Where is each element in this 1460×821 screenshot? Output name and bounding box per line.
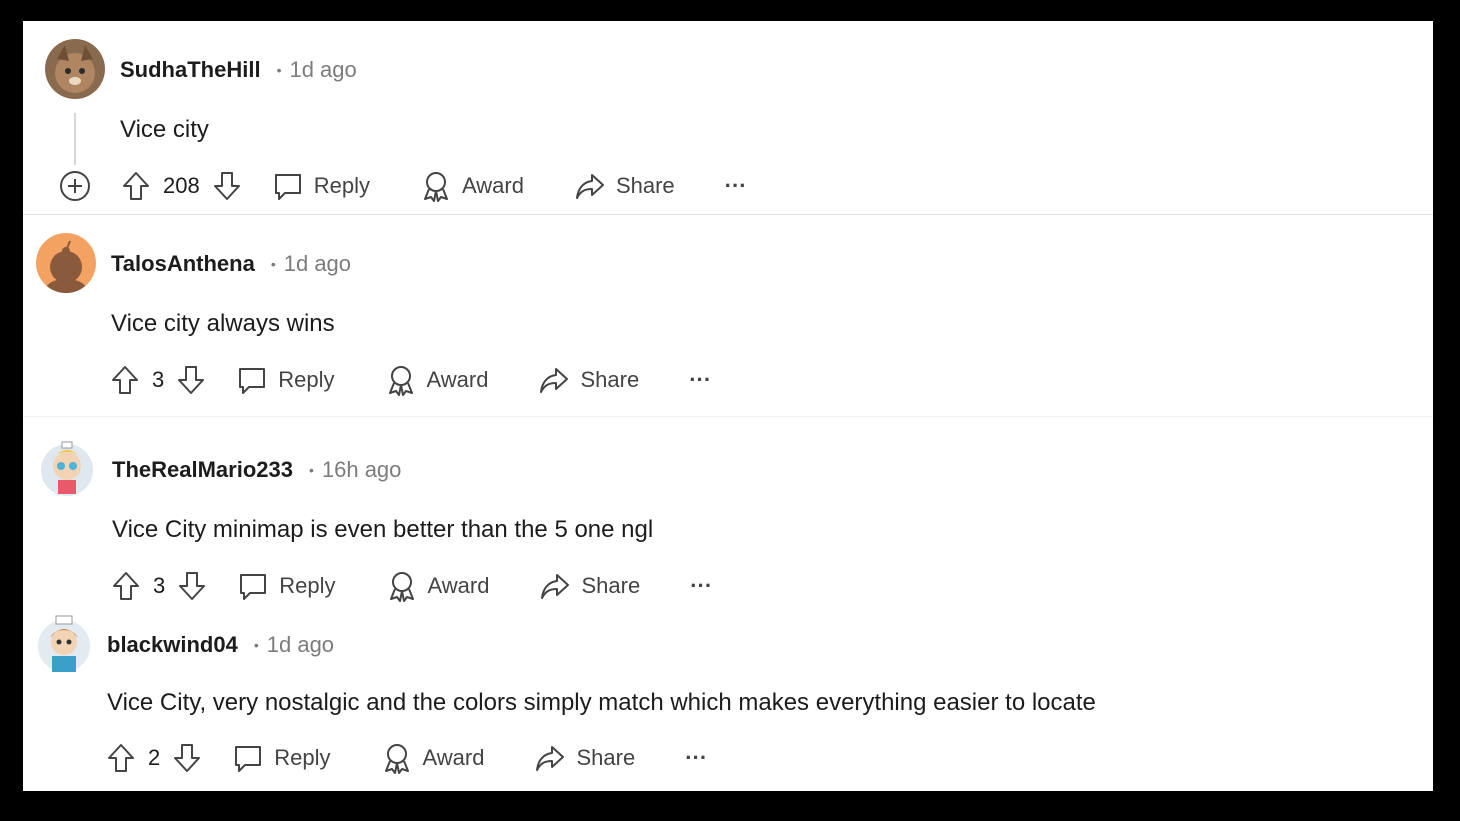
share-label: Share xyxy=(580,367,640,392)
avatar[interactable] xyxy=(45,39,105,99)
award-label: Award xyxy=(427,573,490,598)
comment-text: Vice City minimap is even better than th… xyxy=(112,516,654,543)
share-label: Share xyxy=(581,573,641,598)
timestamp[interactable]: 1d ago xyxy=(284,251,351,277)
downvote-button[interactable] xyxy=(176,364,206,396)
vote-count: 3 xyxy=(152,367,165,392)
share-arrow-icon xyxy=(536,746,565,771)
comment-text: Vice city always wins xyxy=(111,310,335,337)
share-button[interactable]: Share xyxy=(539,570,640,602)
comment-meta: SudhaTheHill • 1d ago xyxy=(120,57,357,83)
comment-bubble-icon xyxy=(240,574,267,600)
reply-label: Reply xyxy=(313,173,370,198)
downvote-arrow-icon xyxy=(179,572,206,600)
username[interactable]: TheRealMario233 xyxy=(112,457,293,483)
expand-button[interactable] xyxy=(59,170,91,202)
comment-bubble-icon xyxy=(235,746,262,772)
upvote-button[interactable] xyxy=(106,742,136,774)
comment-actions: 208 Reply Award Share ··· xyxy=(59,166,747,206)
upvote-button[interactable] xyxy=(111,570,141,602)
reply-button[interactable]: Reply xyxy=(236,364,335,396)
share-arrow-icon xyxy=(540,368,569,393)
upvote-arrow-icon xyxy=(112,366,138,394)
award-ribbon-icon xyxy=(384,744,409,774)
upvote-arrow-icon xyxy=(113,572,139,600)
share-button[interactable]: Share xyxy=(534,742,635,774)
share-button[interactable]: Share xyxy=(538,364,639,396)
comment-actions: 2 Reply Award Share ··· xyxy=(106,738,707,778)
comment-text: Vice city xyxy=(120,116,209,143)
ellipsis-icon: ··· xyxy=(690,573,713,598)
upvote-arrow-icon xyxy=(108,744,134,772)
ellipsis-icon: ··· xyxy=(685,745,708,770)
username[interactable]: SudhaTheHill xyxy=(120,57,261,83)
reply-button[interactable]: Reply xyxy=(237,570,336,602)
avatar[interactable] xyxy=(36,233,96,293)
reply-label: Reply xyxy=(274,745,331,770)
separator: • xyxy=(276,62,282,78)
ellipsis-icon: ··· xyxy=(689,367,712,392)
reply-label: Reply xyxy=(279,573,336,598)
vote-count: 2 xyxy=(148,745,161,770)
avatar[interactable] xyxy=(38,438,96,498)
divider xyxy=(23,214,1433,215)
share-arrow-icon xyxy=(541,574,570,599)
award-button[interactable]: Award xyxy=(385,364,489,396)
downvote-arrow-icon xyxy=(174,744,201,772)
reply-label: Reply xyxy=(278,367,335,392)
comment-text: Vice City, very nostalgic and the colors… xyxy=(107,689,1096,716)
more-options-button[interactable]: ··· xyxy=(725,173,747,199)
username[interactable]: TalosAnthena xyxy=(111,251,255,277)
vote-count: 3 xyxy=(153,573,166,598)
share-label: Share xyxy=(576,745,636,770)
upvote-button[interactable] xyxy=(121,170,151,202)
award-ribbon-icon xyxy=(423,172,448,202)
award-label: Award xyxy=(422,745,485,770)
separator: • xyxy=(253,637,259,653)
reply-button[interactable]: Reply xyxy=(232,742,331,774)
award-button[interactable]: Award xyxy=(386,570,490,602)
downvote-button[interactable] xyxy=(177,570,207,602)
timestamp[interactable]: 16h ago xyxy=(322,457,402,483)
downvote-button[interactable] xyxy=(212,170,242,202)
avatar[interactable] xyxy=(36,614,92,674)
timestamp[interactable]: 1d ago xyxy=(289,57,356,83)
username[interactable]: blackwind04 xyxy=(107,632,238,658)
more-options-button[interactable]: ··· xyxy=(685,745,707,771)
award-button[interactable]: Award xyxy=(381,742,485,774)
separator: • xyxy=(308,462,314,478)
thread-line[interactable] xyxy=(74,113,76,165)
reply-button[interactable]: Reply xyxy=(272,170,370,202)
share-arrow-icon xyxy=(575,174,604,199)
vote-count: 208 xyxy=(163,173,200,198)
award-ribbon-icon xyxy=(388,366,413,396)
more-options-button[interactable]: ··· xyxy=(690,573,712,599)
upvote-button[interactable] xyxy=(110,364,140,396)
comment-bubble-icon xyxy=(274,174,301,200)
comment-meta: TalosAnthena • 1d ago xyxy=(111,251,351,277)
award-ribbon-icon xyxy=(389,572,414,602)
comment-actions: 3 Reply Award Share ··· xyxy=(110,360,711,400)
plus-circle-icon xyxy=(60,171,90,201)
comment-actions: 3 Reply Award Share ··· xyxy=(111,566,712,606)
ellipsis-icon: ··· xyxy=(724,173,747,198)
comment-meta: TheRealMario233 • 16h ago xyxy=(112,457,401,483)
upvote-arrow-icon xyxy=(123,172,149,200)
divider xyxy=(23,416,1433,417)
downvote-button[interactable] xyxy=(172,742,202,774)
share-button[interactable]: Share xyxy=(574,170,675,202)
award-button[interactable]: Award xyxy=(420,170,524,202)
comments-panel: SudhaTheHill • 1d ago Vice city 208 Repl… xyxy=(23,21,1433,791)
award-label: Award xyxy=(461,173,524,198)
award-label: Award xyxy=(426,367,489,392)
more-options-button[interactable]: ··· xyxy=(689,367,711,393)
timestamp[interactable]: 1d ago xyxy=(267,632,334,658)
downvote-arrow-icon xyxy=(178,366,205,394)
share-label: Share xyxy=(615,173,675,198)
comment-bubble-icon xyxy=(239,368,266,394)
downvote-arrow-icon xyxy=(213,172,240,200)
comment-meta: blackwind04 • 1d ago xyxy=(107,632,334,658)
separator: • xyxy=(270,256,276,272)
